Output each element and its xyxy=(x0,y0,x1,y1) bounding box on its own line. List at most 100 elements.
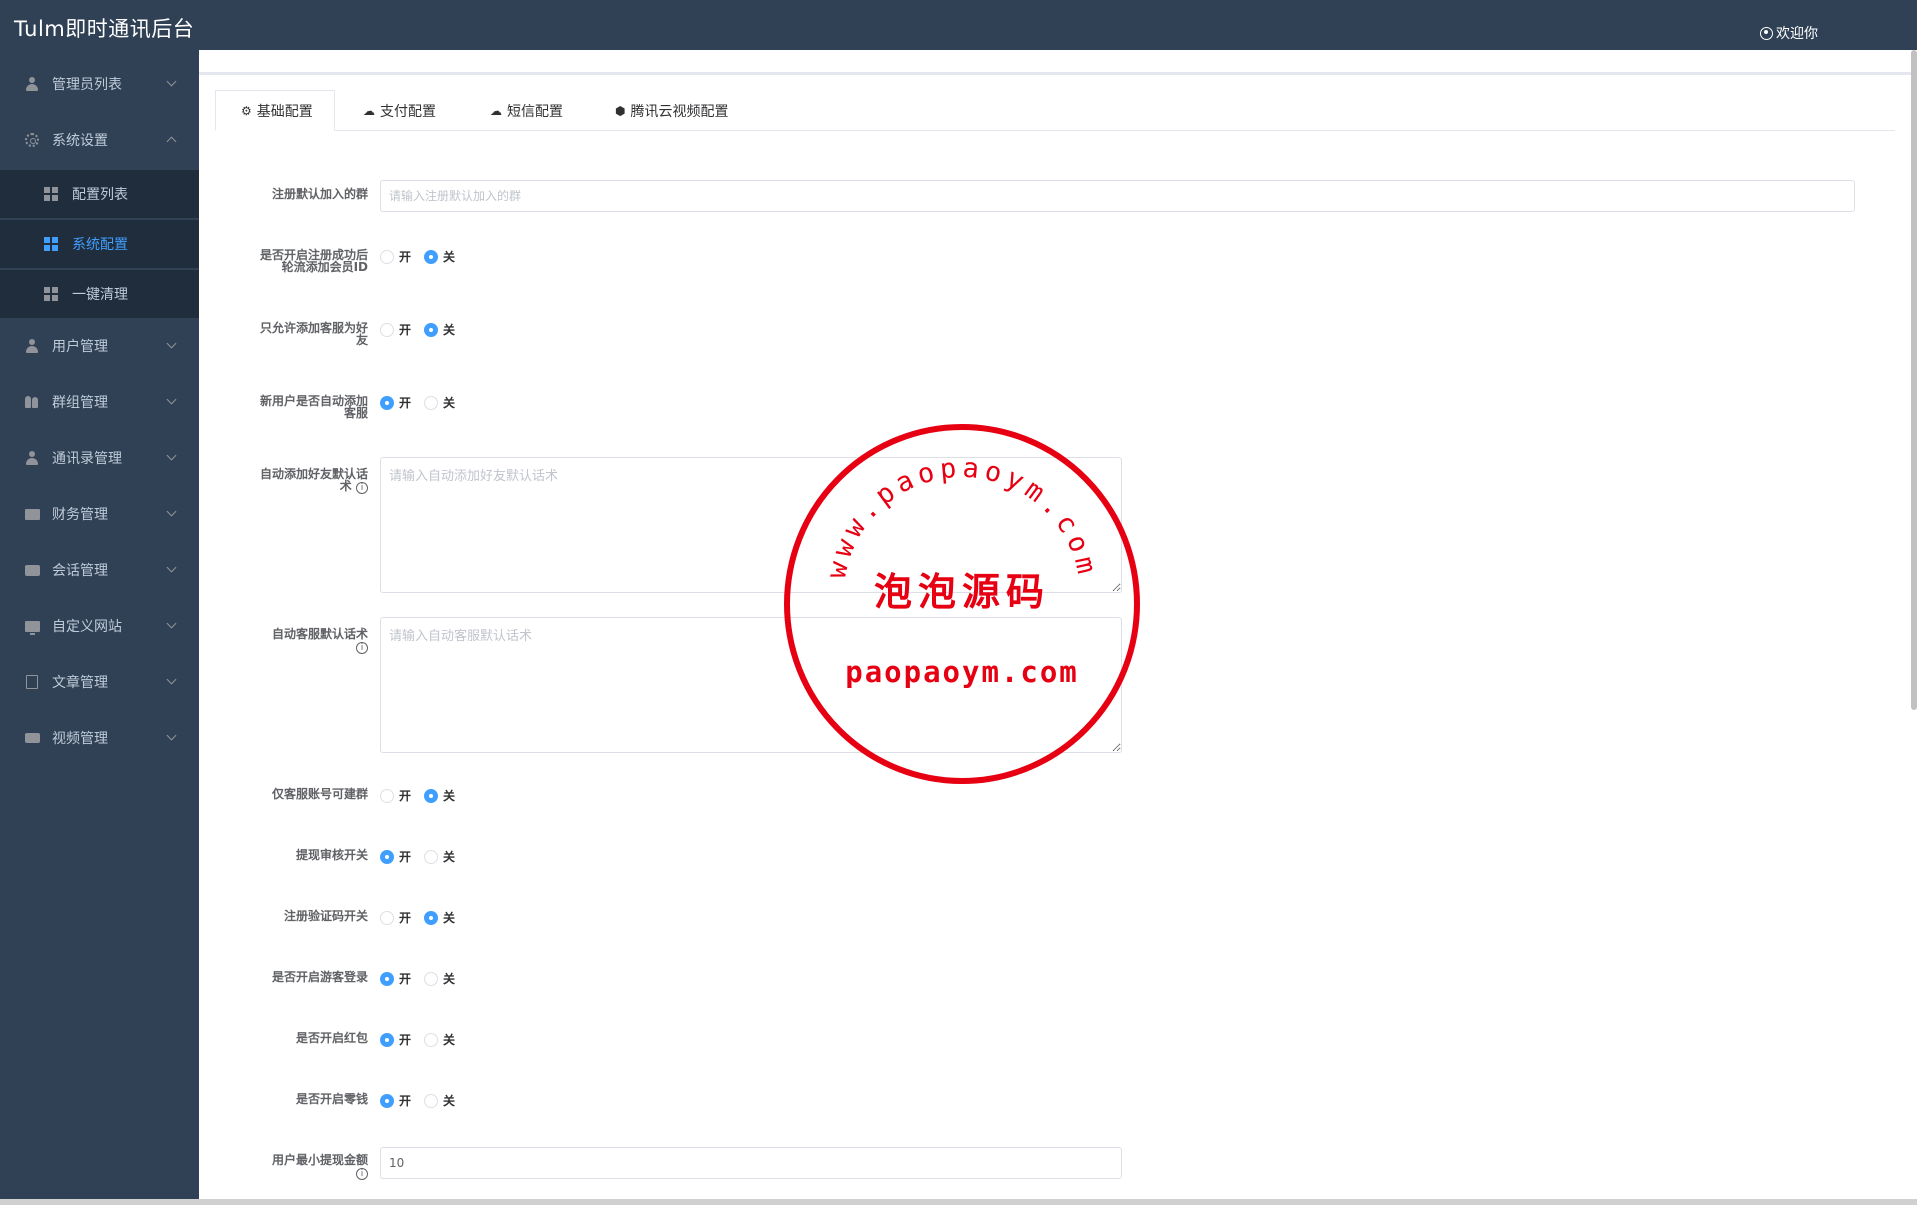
radio-off[interactable]: 关 xyxy=(424,787,455,804)
grid-icon xyxy=(44,237,58,251)
min-withdraw-input[interactable] xyxy=(380,1147,1122,1179)
tab-sms-config[interactable]: ☁ 短信配置 xyxy=(490,90,563,131)
change-radio-group: 开 关 xyxy=(380,1092,468,1109)
radio-circle-icon xyxy=(424,849,439,864)
radio-on[interactable]: 开 xyxy=(380,787,411,804)
radio-circle-icon xyxy=(380,395,394,410)
radio-label: 开 xyxy=(399,250,412,264)
sidebar-item-article-management[interactable]: 文章管理 xyxy=(0,656,199,708)
label-line: 术 xyxy=(339,479,352,493)
radio-off[interactable]: 关 xyxy=(424,909,455,926)
radio-label: 开 xyxy=(399,1033,412,1047)
user-icon xyxy=(24,450,40,466)
guest-login-radio-group: 开 关 xyxy=(380,970,468,987)
sidebar-item-user-management[interactable]: 用户管理 xyxy=(0,320,199,372)
radio-on[interactable]: 开 xyxy=(380,1092,411,1109)
sidebar-item-contacts-management[interactable]: 通讯录管理 xyxy=(0,432,199,484)
radio-off[interactable]: 关 xyxy=(424,1092,455,1109)
top-bar: Tulm即时通讯后台 欢迎你 xyxy=(0,0,1917,50)
gear-icon: ⚙ xyxy=(241,103,252,118)
sidebar-item-session-management[interactable]: 会话管理 xyxy=(0,544,199,596)
radio-off[interactable]: 关 xyxy=(424,321,455,338)
radio-circle-icon xyxy=(424,249,439,264)
welcome-menu[interactable]: 欢迎你 xyxy=(1760,23,1818,43)
radio-on[interactable]: 开 xyxy=(380,970,411,987)
radio-label: 开 xyxy=(399,911,412,925)
radio-label: 开 xyxy=(399,396,412,410)
chevron-down-icon xyxy=(166,506,177,517)
radio-off[interactable]: 关 xyxy=(424,1031,455,1048)
radio-label: 关 xyxy=(443,911,456,925)
sidebar-item-label: 自定义网站 xyxy=(52,619,122,635)
cloud-upload-icon: ☁ xyxy=(490,103,502,118)
only-service-friend-radio-group: 开 关 xyxy=(380,321,468,338)
radio-on[interactable]: 开 xyxy=(380,1031,411,1048)
auto-add-service-radio-group: 开 关 xyxy=(380,394,468,411)
sidebar-item-one-click-clean[interactable]: 一键清理 xyxy=(0,270,199,318)
radio-label: 关 xyxy=(443,1033,456,1047)
radio-label: 关 xyxy=(443,323,456,337)
welcome-text: 欢迎你 xyxy=(1776,26,1818,42)
radio-circle-icon xyxy=(380,249,394,264)
app-title: Tulm即时通讯后台 xyxy=(14,17,195,41)
chevron-down-icon xyxy=(166,562,177,573)
sidebar-item-finance-management[interactable]: 财务管理 xyxy=(0,488,199,540)
sidebar: 管理员列表 系统设置 配置列表 系统配置 一键清理 用户管理 群组管理 通讯录管… xyxy=(0,50,199,1205)
radio-off[interactable]: 关 xyxy=(424,970,455,987)
radio-circle-icon xyxy=(380,910,394,925)
info-icon[interactable]: i xyxy=(356,482,368,494)
sidebar-item-label: 一键清理 xyxy=(72,287,128,303)
sidebar-item-admin-list[interactable]: 管理员列表 xyxy=(0,58,199,110)
radio-label: 开 xyxy=(399,972,412,986)
radio-on[interactable]: 开 xyxy=(380,909,411,926)
radio-circle-icon xyxy=(424,395,439,410)
tab-label: 基础配置 xyxy=(256,103,313,120)
radio-on[interactable]: 开 xyxy=(380,394,411,411)
sidebar-item-custom-website[interactable]: 自定义网站 xyxy=(0,600,199,652)
label-guest-login: 是否开启游客登录 xyxy=(271,970,368,984)
radio-circle-icon xyxy=(380,1032,394,1047)
radio-label: 关 xyxy=(443,1094,456,1108)
sidebar-item-config-list[interactable]: 配置列表 xyxy=(0,170,199,218)
radio-label: 关 xyxy=(443,972,456,986)
tab-basic-config[interactable]: ⚙ 基础配置 xyxy=(215,90,335,131)
label-red-packet: 是否开启红包 xyxy=(295,1031,368,1045)
chat-icon xyxy=(24,562,40,578)
sidebar-item-group-management[interactable]: 群组管理 xyxy=(0,376,199,428)
radio-off[interactable]: 关 xyxy=(424,848,455,865)
vertical-scrollbar[interactable] xyxy=(1911,50,1917,710)
label-default-group: 注册默认加入的群 xyxy=(271,187,368,201)
tab-tencent-video-config[interactable]: ⬢ 腾讯云视频配置 xyxy=(615,90,728,131)
label-auto-add-service: 新用户是否自动添加 客服 xyxy=(213,395,368,419)
label-withdraw-review: 提现审核开关 xyxy=(295,848,368,862)
radio-on[interactable]: 开 xyxy=(380,248,411,265)
chevron-down-icon xyxy=(166,338,177,349)
radio-off[interactable]: 关 xyxy=(424,394,455,411)
tab-payment-config[interactable]: ☁ 支付配置 xyxy=(363,90,436,131)
content-divider xyxy=(199,72,1912,75)
radio-off[interactable]: 关 xyxy=(424,248,455,265)
info-icon[interactable]: i xyxy=(356,642,368,654)
radio-label: 关 xyxy=(443,789,456,803)
horizontal-scrollbar[interactable] xyxy=(0,1199,1917,1205)
radio-on[interactable]: 开 xyxy=(380,848,411,865)
chevron-down-icon xyxy=(166,618,177,629)
radio-label: 开 xyxy=(399,1094,412,1108)
group-icon xyxy=(24,394,40,410)
auto-service-msg-textarea[interactable] xyxy=(380,617,1122,753)
service-create-group-radio-group: 开 关 xyxy=(380,787,468,804)
sidebar-item-system-config[interactable]: 系统配置 xyxy=(0,220,199,268)
sidebar-item-system-settings[interactable]: 系统设置 xyxy=(0,114,199,166)
default-group-input[interactable] xyxy=(380,180,1855,212)
label-auto-friend-msg: 自动添加好友默认话 术 i xyxy=(213,468,368,494)
radio-on[interactable]: 开 xyxy=(380,321,411,338)
label-line: 轮流添加会员ID xyxy=(281,260,368,274)
info-icon[interactable]: i xyxy=(356,1168,368,1180)
chevron-down-icon xyxy=(166,394,177,405)
sidebar-item-video-management[interactable]: 视频管理 xyxy=(0,712,199,764)
auto-friend-msg-textarea[interactable] xyxy=(380,457,1122,593)
radio-label: 开 xyxy=(399,850,412,864)
tab-label: 短信配置 xyxy=(507,103,563,120)
cloud-upload-icon: ☁ xyxy=(363,103,375,118)
wallet-icon xyxy=(24,506,40,522)
